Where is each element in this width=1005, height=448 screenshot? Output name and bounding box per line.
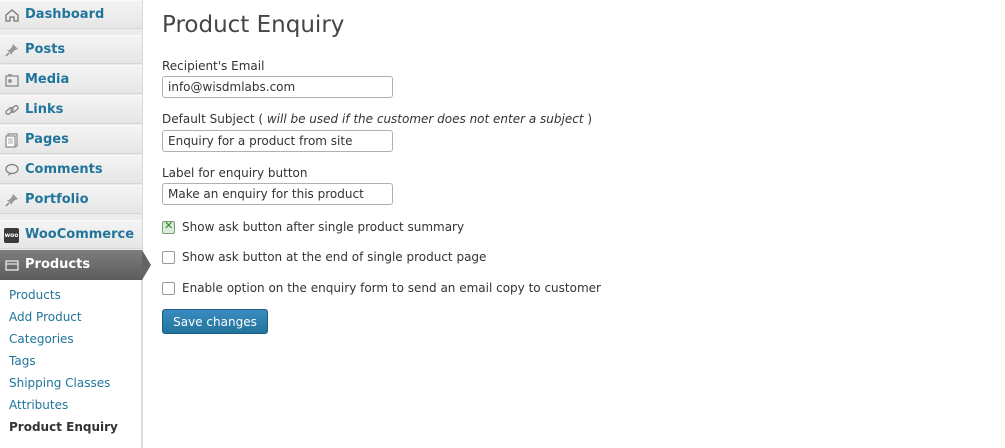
dashboard-icon xyxy=(5,9,19,22)
default-subject-input[interactable] xyxy=(162,130,393,152)
submenu-add-product[interactable]: Add Product xyxy=(9,310,82,324)
woocommerce-icon: woo xyxy=(4,228,19,243)
menu-products-label: Products xyxy=(25,257,91,272)
default-subject-label-end: ) xyxy=(583,112,593,126)
default-subject-label: Default Subject ( will be used if the cu… xyxy=(162,112,592,126)
menu-woocommerce-label: WooCommerce xyxy=(25,227,135,242)
pushpin-icon xyxy=(5,44,18,57)
active-menu-arrow xyxy=(142,250,151,280)
menu-dashboard[interactable]: Dashboard xyxy=(0,0,142,29)
pushpin-icon xyxy=(5,194,18,207)
option-label[interactable]: Enable option on the enquiry form to sen… xyxy=(182,281,601,295)
ask-end-of-page-checkbox[interactable] xyxy=(162,251,175,264)
link-icon xyxy=(5,105,19,115)
comment-icon xyxy=(5,163,19,176)
submenu-shipping-classes[interactable]: Shipping Classes xyxy=(9,376,110,390)
menu-pages[interactable]: Pages xyxy=(0,125,142,154)
enquiry-button-label: Label for enquiry button xyxy=(162,166,308,180)
menu-media-label: Media xyxy=(25,72,70,87)
enquiry-button-input[interactable] xyxy=(162,183,393,205)
menu-links-label: Links xyxy=(25,102,64,117)
submenu-categories[interactable]: Categories xyxy=(9,332,74,346)
menu-posts-label: Posts xyxy=(25,42,66,57)
menu-links[interactable]: Links xyxy=(0,95,142,124)
menu-comments-label: Comments xyxy=(25,162,103,177)
default-subject-hint: will be used if the customer does not en… xyxy=(266,112,584,126)
checkmark-icon: ✕ xyxy=(164,219,174,232)
menu-media[interactable]: Media xyxy=(0,65,142,94)
submenu-product-enquiry[interactable]: Product Enquiry xyxy=(9,420,118,434)
recipient-email-input[interactable] xyxy=(162,76,393,98)
menu-portfolio-label: Portfolio xyxy=(25,192,89,207)
pages-icon xyxy=(5,133,18,148)
submenu-tags[interactable]: Tags xyxy=(9,354,36,368)
menu-posts[interactable]: Posts xyxy=(0,35,142,64)
menu-comments[interactable]: Comments xyxy=(0,155,142,184)
ask-after-summary-checkbox[interactable]: ✕ xyxy=(162,219,175,234)
submenu-attributes[interactable]: Attributes xyxy=(9,398,68,412)
submenu-products[interactable]: Products xyxy=(9,288,61,302)
email-copy-checkbox[interactable] xyxy=(162,282,175,295)
option-label[interactable]: Show ask button after single product sum… xyxy=(182,220,464,234)
products-submenu: Products Add Product Categories Tags Shi… xyxy=(0,280,142,448)
page-title: Product Enquiry xyxy=(162,12,345,38)
media-icon xyxy=(5,74,19,87)
menu-dashboard-label: Dashboard xyxy=(25,7,105,22)
menu-pages-label: Pages xyxy=(25,132,69,147)
menu-products[interactable]: Products xyxy=(0,250,142,280)
save-changes-button[interactable]: Save changes xyxy=(162,309,268,334)
menu-woocommerce[interactable]: woo WooCommerce xyxy=(0,220,142,249)
admin-sidebar: Dashboard Posts Media Links Pages Commen… xyxy=(0,0,151,448)
recipient-email-label: Recipient's Email xyxy=(162,59,265,73)
products-icon xyxy=(5,260,19,271)
default-subject-label-text: Default Subject ( xyxy=(162,112,267,126)
option-label[interactable]: Show ask button at the end of single pro… xyxy=(182,250,486,264)
menu-portfolio[interactable]: Portfolio xyxy=(0,185,142,214)
